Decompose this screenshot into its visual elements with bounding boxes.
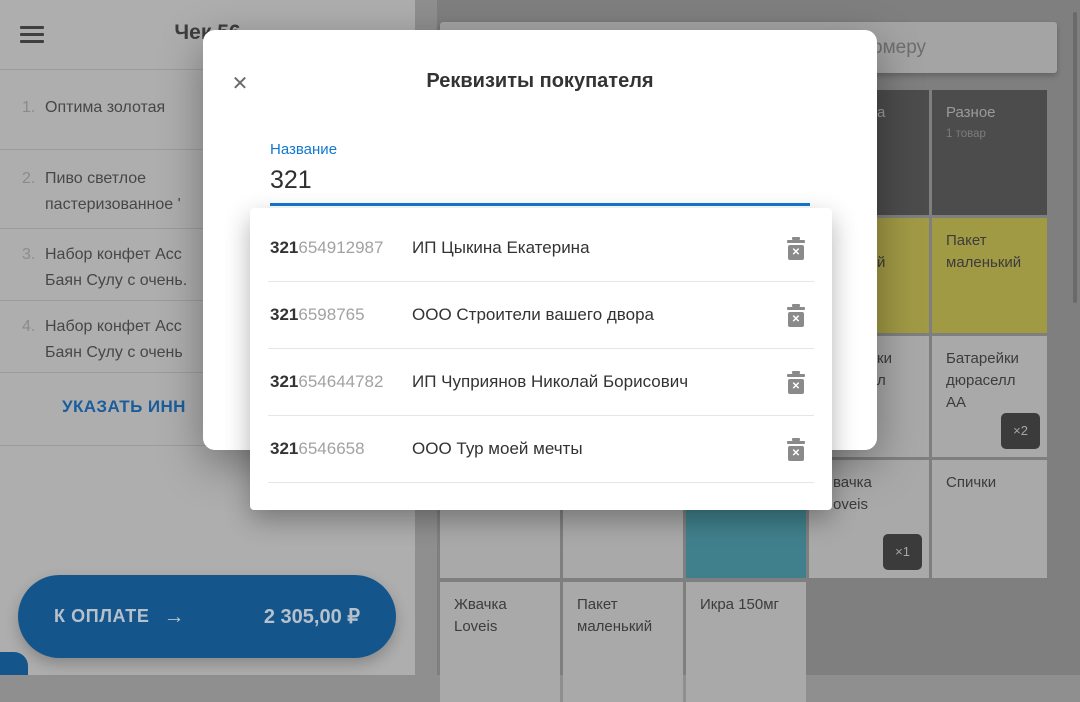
tile-title: Loveis: [454, 616, 550, 638]
suggestion-inn: 321654644782: [270, 372, 412, 392]
tile-title: Пакет: [577, 594, 673, 616]
item-title: Набор конфет АссБаян Сулу с очень.: [45, 242, 187, 294]
suggestion-inn: 3216598765: [270, 305, 412, 325]
tile-title: ки: [877, 348, 919, 370]
suggestion-name: ООО Тур моей мечты: [412, 439, 786, 459]
divider: [268, 482, 814, 483]
pay-button[interactable]: К ОПЛАТЕ → 2 305,00 ₽: [18, 575, 396, 658]
suggestion-row[interactable]: 321654912987ИП Цыкина Екатерина✕: [250, 215, 832, 281]
arrow-right-icon: →: [163, 605, 184, 629]
tile-title: Разное: [946, 102, 1037, 124]
input-underline: [270, 203, 810, 206]
suggestion-row[interactable]: 3216598765ООО Строители вашего двора✕: [250, 282, 832, 348]
item-title: Оптима золотая: [45, 95, 165, 121]
product-tile[interactable]: ЖвачкаLoveis: [440, 582, 560, 702]
item-number: 3.: [22, 242, 45, 294]
tile-title: л: [877, 370, 919, 392]
suggestion-inn: 321654912987: [270, 238, 412, 258]
quantity-badge: ×1: [883, 534, 922, 570]
delete-icon[interactable]: ✕: [786, 304, 806, 327]
item-number: 1.: [22, 95, 45, 121]
tile-title: маленький: [577, 616, 673, 638]
suggestion-inn: 3216546658: [270, 439, 412, 459]
tile-title: а: [877, 102, 919, 124]
pay-button-label: К ОПЛАТЕ: [54, 606, 149, 627]
scrollbar[interactable]: [1073, 12, 1077, 303]
suggestion-row[interactable]: 321654644782ИП Чуприянов Николай Борисов…: [250, 349, 832, 415]
delete-icon[interactable]: ✕: [786, 438, 806, 461]
modal-title: Реквизиты покупателя: [203, 70, 877, 93]
tile-title: дюраселл АА: [946, 370, 1037, 414]
bottom-corner-button[interactable]: [0, 652, 28, 675]
tile-title: Икра 150мг: [700, 594, 796, 616]
tile-title: Батарейки: [946, 348, 1037, 370]
item-title: Набор конфет АссБаян Сулу с очень: [45, 314, 183, 366]
tile-title: маленький: [946, 252, 1037, 274]
product-tile[interactable]: Батарейкидюраселл АА×2: [932, 336, 1047, 457]
tile-title: Жвачка: [454, 594, 550, 616]
tile-title: й: [877, 252, 919, 274]
name-field-input[interactable]: 321: [270, 166, 312, 195]
item-title: Пиво светлоепастеризованное ': [45, 166, 181, 218]
tile-title: вачка: [833, 472, 919, 494]
product-tile[interactable]: Спички: [932, 460, 1047, 578]
pay-amount: 2 305,00 ₽: [264, 604, 360, 629]
item-number: 2.: [22, 166, 45, 218]
suggestion-name: ИП Чуприянов Николай Борисович: [412, 372, 786, 392]
category-tile[interactable]: Разное 1 товар: [932, 90, 1047, 215]
delete-icon[interactable]: ✕: [786, 371, 806, 394]
specify-inn-button[interactable]: УКАЗАТЬ ИНН: [62, 397, 186, 417]
tile-title: [877, 230, 919, 252]
tile-title: oveis: [833, 494, 919, 516]
quantity-badge: ×2: [1001, 413, 1040, 449]
tile-title: Спички: [946, 472, 1037, 494]
suggestion-row[interactable]: 3216546658ООО Тур моей мечты✕: [250, 416, 832, 482]
tile-subtitle: 1 товар: [946, 127, 1037, 141]
product-tile[interactable]: Икра 150мг: [686, 582, 806, 702]
suggestion-name: ИП Цыкина Екатерина: [412, 238, 786, 258]
tile-title: Пакет: [946, 230, 1037, 252]
suggestion-name: ООО Строители вашего двора: [412, 305, 786, 325]
item-number: 4.: [22, 314, 45, 366]
product-tile[interactable]: Пакетмаленький: [932, 218, 1047, 333]
product-tile[interactable]: Пакетмаленький: [563, 582, 683, 702]
suggestions-dropdown: 321654912987ИП Цыкина Екатерина✕32165987…: [250, 208, 832, 510]
delete-icon[interactable]: ✕: [786, 237, 806, 260]
name-field-label: Название: [270, 141, 337, 158]
